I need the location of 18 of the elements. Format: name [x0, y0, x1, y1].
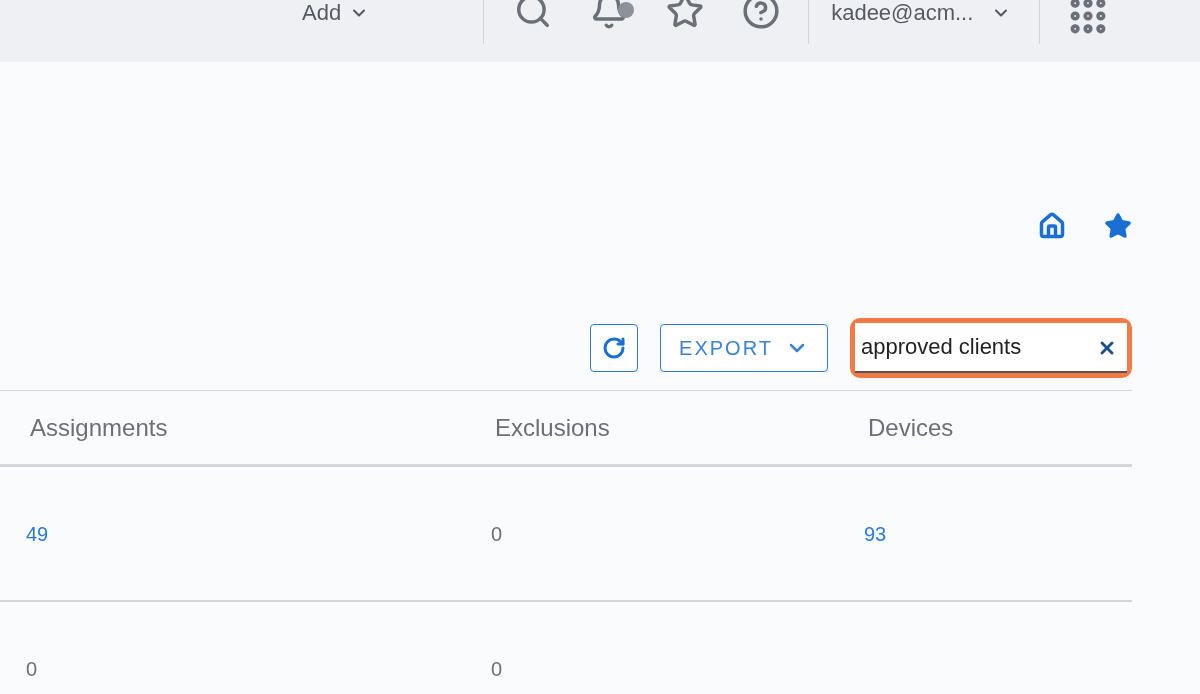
favorite-star-icon[interactable]: [1104, 212, 1132, 240]
table-link[interactable]: 93: [864, 522, 887, 545]
export-button[interactable]: EXPORT: [660, 324, 828, 372]
table-cell: 0: [491, 657, 503, 680]
user-menu[interactable]: kadee@acm...: [831, 0, 1012, 29]
add-menu[interactable]: Add: [302, 0, 370, 29]
refresh-icon: [602, 336, 626, 360]
column-header: Devices: [868, 413, 954, 441]
help-icon[interactable]: [742, 0, 781, 30]
star-icon[interactable]: [666, 0, 705, 30]
home-icon[interactable]: [1038, 212, 1066, 240]
column-header: Assignments: [30, 413, 168, 441]
table-cell: 0: [26, 657, 38, 680]
column-header: Exclusions: [495, 413, 610, 441]
search-field[interactable]: approved clients: [855, 323, 1127, 373]
refresh-button[interactable]: [590, 324, 638, 372]
table-link[interactable]: 49: [26, 522, 49, 545]
table-cell: 0: [491, 522, 503, 545]
